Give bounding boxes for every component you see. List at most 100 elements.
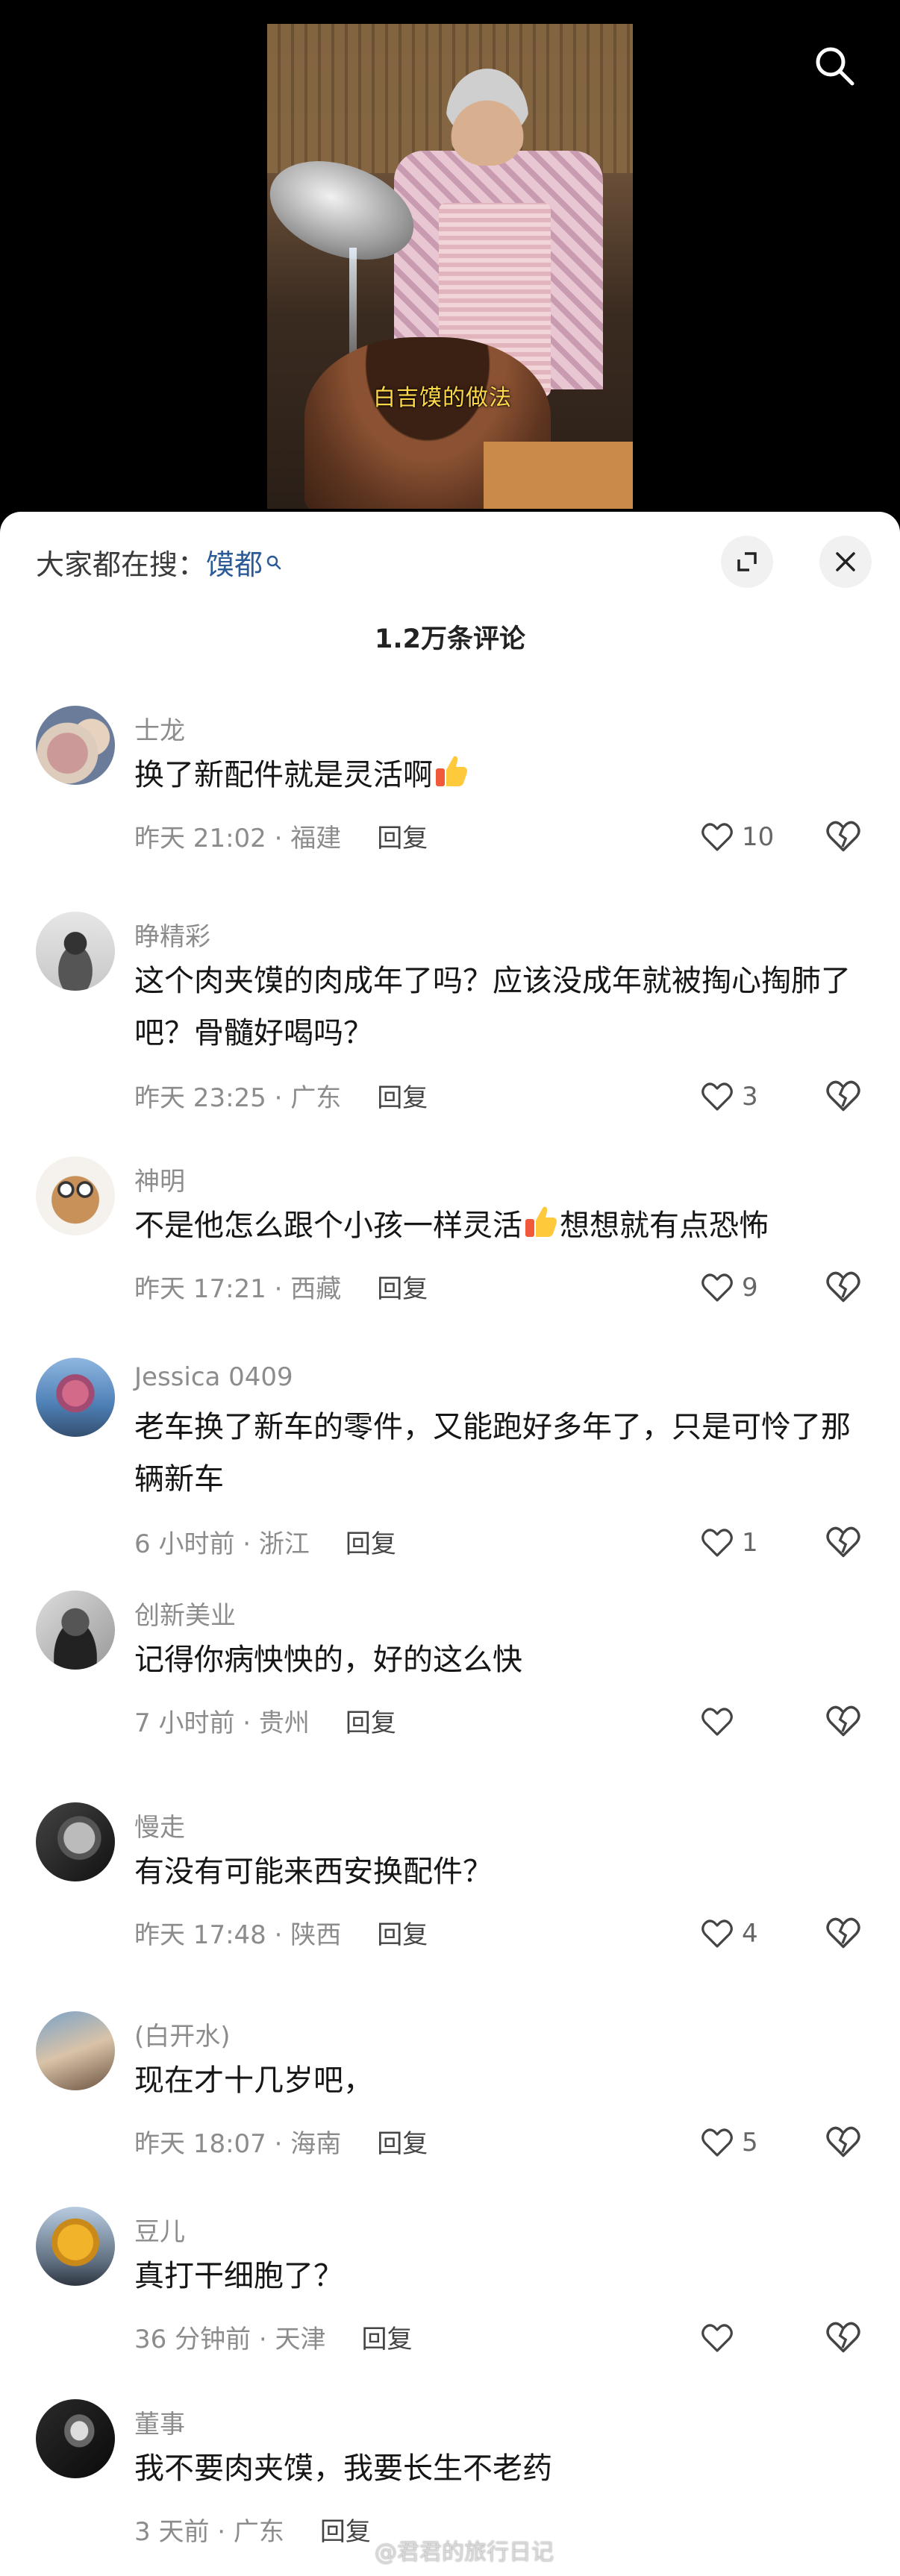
reply-button[interactable]: 回复	[362, 2325, 413, 2354]
comment-text: 现在才十几岁吧，	[134, 2063, 373, 2098]
comment-meta: 7 小时前 · 贵州 回复	[134, 1702, 396, 1739]
comment-meta: 36 分钟前 · 天津 回复	[134, 2319, 413, 2355]
comment-author[interactable]: 豆儿	[134, 2211, 185, 2248]
search-button[interactable]	[810, 42, 858, 90]
comment-author[interactable]: Jessica 0409	[134, 1362, 293, 1392]
dislike-button[interactable]	[825, 2123, 863, 2162]
comment-time-location: 7 小时前 · 贵州	[134, 1708, 310, 1738]
dislike-button[interactable]	[825, 1702, 863, 1741]
comment-meta: 昨天 17:48 · 陕西 回复	[134, 1914, 428, 1951]
comment-author[interactable]: 董事	[134, 2404, 185, 2440]
avatar[interactable]	[36, 2207, 115, 2286]
reply-button[interactable]: 回复	[377, 2129, 428, 2159]
broken-heart-icon	[826, 2322, 860, 2353]
reply-button[interactable]: 回复	[377, 1083, 428, 1113]
comment-text: 这个肉夹馍的肉成年了吗？应该没成年就被掏心掏肺了吧？骨髓好喝吗？	[134, 964, 851, 1050]
avatar[interactable]	[36, 2399, 115, 2478]
search-suggestion-prefix: 大家都在搜：	[36, 548, 207, 581]
comment-text: 老车换了新车的零件，又能跑好多年了，只是可怜了那辆新车	[134, 1410, 851, 1497]
comment-text: 我不要肉夹馍，我要长生不老药	[134, 2451, 552, 2486]
broken-heart-icon	[826, 1271, 860, 1303]
like-button[interactable]	[700, 1702, 797, 1741]
reply-button[interactable]: 回复	[377, 824, 428, 853]
comment-author[interactable]: 士龙	[134, 710, 185, 747]
reply-button[interactable]: 回复	[377, 1920, 428, 1950]
close-button[interactable]	[819, 536, 872, 588]
broken-heart-icon	[826, 1705, 860, 1737]
broken-heart-icon	[826, 1917, 860, 1949]
comment-text-body: 换了新配件就是灵活啊	[134, 758, 433, 792]
avatar[interactable]	[36, 1802, 115, 1881]
avatar[interactable]	[36, 1156, 115, 1235]
video-player[interactable]: 白吉馍的做法	[0, 0, 900, 522]
avatar[interactable]	[36, 1358, 115, 1437]
heart-icon	[701, 1529, 733, 1557]
comment-author[interactable]: (白开水)	[134, 2016, 231, 2052]
avatar[interactable]	[36, 1591, 115, 1670]
comment-meta: 6 小时前 · 浙江 回复	[134, 1523, 396, 1560]
comment-meta: 昨天 17:21 · 西藏 回复	[134, 1268, 428, 1305]
comment-text: 真打干细胞了？	[134, 2259, 343, 2293]
comment-meta: 昨天 18:07 · 海南 回复	[134, 2123, 428, 2160]
comment-author[interactable]: 睁精彩	[134, 916, 210, 953]
like-count: 4	[742, 1919, 758, 1949]
comment-time-location: 昨天 18:07 · 海南	[134, 2129, 342, 2159]
comment-meta: 昨天 21:02 · 福建 回复	[134, 818, 428, 854]
reply-button[interactable]: 回复	[346, 1708, 396, 1738]
dislike-button[interactable]	[825, 1523, 863, 1562]
comment-time-location: 36 分钟前 · 天津	[134, 2325, 326, 2354]
search-suggestion[interactable]: 大家都在搜：馍都	[36, 542, 282, 583]
avatar[interactable]	[36, 2011, 115, 2090]
broken-heart-icon	[826, 1526, 860, 1558]
broken-heart-icon	[826, 2126, 860, 2157]
heart-icon	[701, 1708, 733, 1736]
like-button[interactable]: 10	[700, 818, 797, 856]
dislike-button[interactable]	[825, 1077, 863, 1116]
video-caption: 白吉馍的做法	[373, 385, 512, 411]
like-count: 10	[742, 822, 775, 852]
avatar[interactable]	[36, 912, 115, 991]
expand-icon	[737, 552, 757, 571]
comment-text-after: 想想就有点恐怖	[560, 1209, 769, 1243]
comment-author[interactable]: 慢走	[134, 1807, 185, 1843]
dislike-button[interactable]	[825, 1914, 863, 1953]
comment-author[interactable]: 神明	[134, 1161, 185, 1197]
watermark: @君君的旅行日记	[375, 2539, 554, 2566]
heart-icon	[701, 2128, 733, 2157]
reply-button[interactable]: 回复	[377, 1274, 428, 1304]
heart-icon	[701, 1082, 733, 1111]
comment-count: 1.2万条评论	[374, 624, 525, 654]
dislike-button[interactable]	[825, 1268, 863, 1307]
heart-icon	[701, 1273, 733, 1302]
like-button[interactable]	[700, 2319, 797, 2357]
avatar[interactable]	[36, 706, 115, 785]
reply-button[interactable]: 回复	[320, 2517, 371, 2547]
like-button[interactable]: 1	[700, 1523, 797, 1562]
broken-heart-icon	[826, 1080, 860, 1112]
comment-text: 不是他怎么跟个小孩一样灵活 想想就有点恐怖	[134, 1200, 866, 1256]
dislike-button[interactable]	[825, 2319, 863, 2357]
like-count: 5	[742, 2128, 758, 2157]
like-count: 9	[742, 1273, 758, 1303]
reply-button[interactable]: 回复	[346, 1529, 396, 1559]
like-button[interactable]: 9	[700, 1268, 797, 1307]
expand-button[interactable]	[721, 536, 773, 588]
like-count: 3	[742, 1082, 758, 1112]
close-icon	[836, 552, 855, 571]
small-search-icon	[266, 545, 282, 577]
comment-text: 换了新配件就是灵活啊	[134, 749, 866, 806]
like-button[interactable]: 5	[700, 2123, 797, 2162]
like-button[interactable]: 4	[700, 1914, 797, 1953]
search-suggestion-keyword[interactable]: 馍都	[206, 548, 263, 581]
like-button[interactable]: 3	[700, 1077, 797, 1116]
search-icon	[816, 47, 854, 86]
cook-head	[446, 69, 528, 166]
thumbs-up-emoji-icon	[433, 752, 470, 806]
heart-icon	[701, 823, 733, 851]
video-frame[interactable]	[267, 24, 633, 509]
comment-meta: 3 天前 · 广东 回复	[134, 2511, 371, 2548]
comment-time-location: 昨天 17:21 · 西藏	[134, 1274, 342, 1304]
comment-author[interactable]: 创新美业	[134, 1595, 236, 1632]
comment-time-location: 3 天前 · 广东	[134, 2517, 284, 2547]
dislike-button[interactable]	[825, 818, 863, 856]
